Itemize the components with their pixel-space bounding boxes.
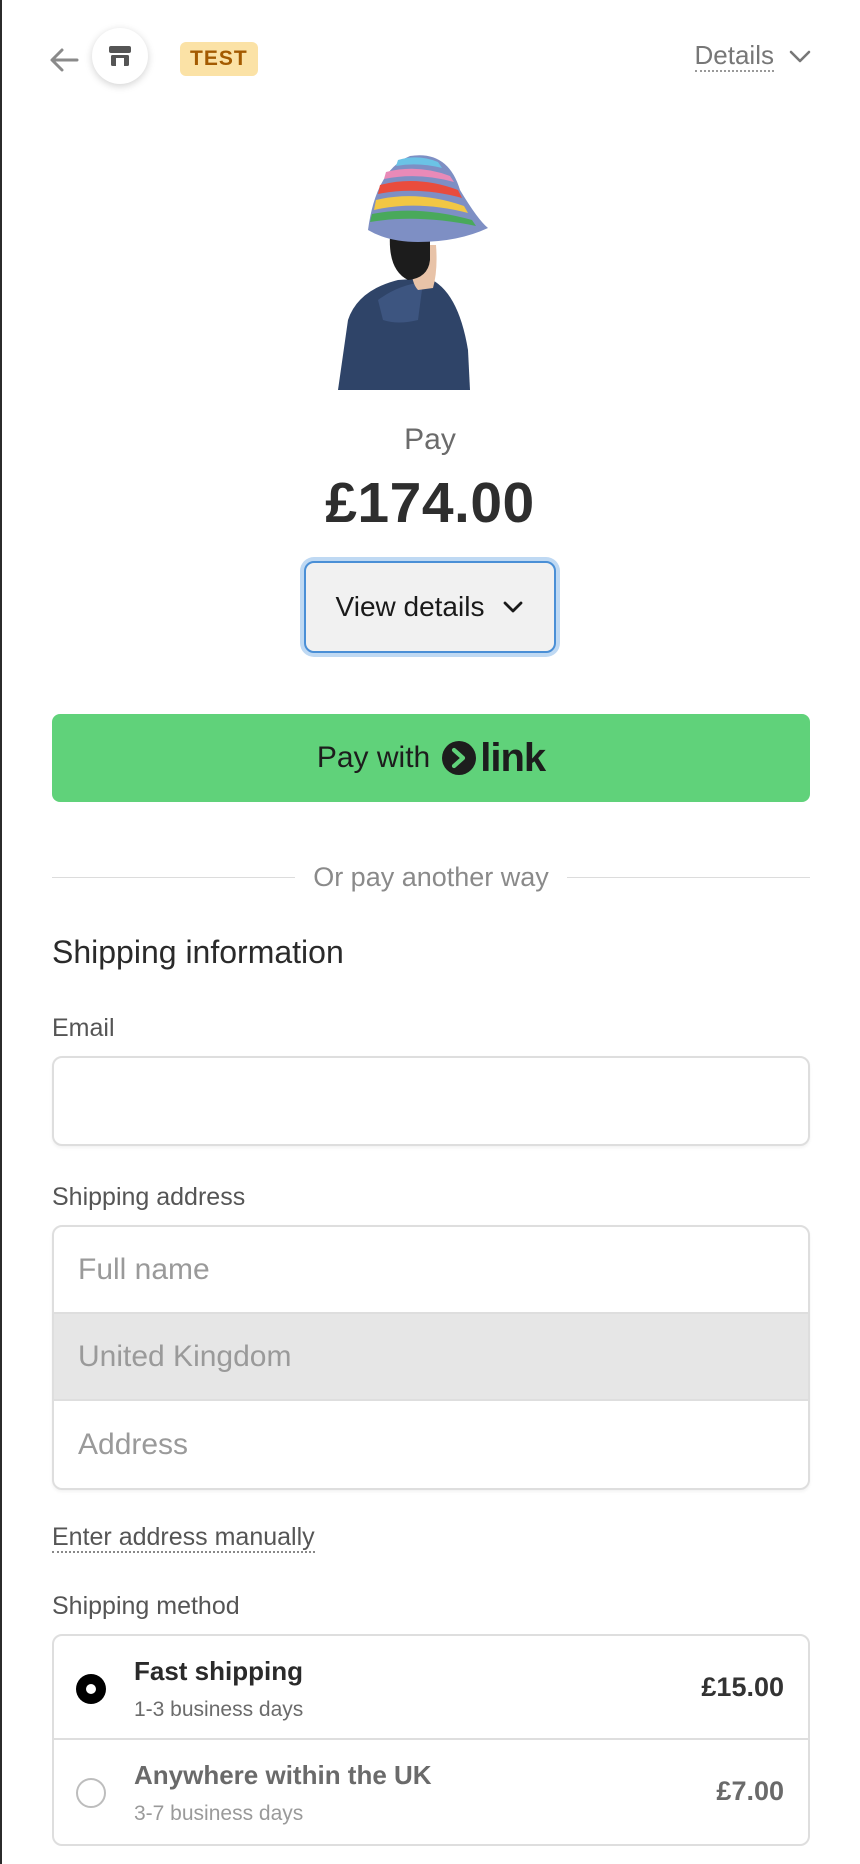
window-left-border [0,0,2,1864]
top-bar: TEST Details [0,0,860,120]
pay-label: Pay [404,423,456,456]
test-mode-badge: TEST [180,42,258,76]
pay-with-label: Pay with [316,741,431,774]
view-details-button[interactable]: View details [304,561,556,653]
email-field[interactable] [52,1056,810,1146]
shipping-option-uk[interactable]: Anywhere within the UK 3-7 business days… [54,1740,808,1844]
arrow-left-icon [50,48,79,72]
shipping-option-name: Anywhere within the UK [134,1760,432,1790]
view-details-label: View details [335,591,485,622]
details-toggle[interactable]: Details [694,40,812,72]
total-amount: £174.00 [325,471,535,535]
email-label: Email [52,1014,115,1042]
shipping-address-label: Shipping address [52,1183,246,1211]
link-logo: link [442,735,546,781]
enter-address-manually-link[interactable]: Enter address manually [52,1523,315,1553]
shipping-method-group: Fast shipping 1-3 business days £15.00 A… [52,1634,810,1846]
shipping-option-timeframe: 3-7 business days [134,1802,304,1825]
shipping-option-name: Fast shipping [134,1656,303,1686]
divider-line [566,876,810,878]
full-name-field[interactable]: Full name [54,1227,808,1314]
link-brand-text: link [480,735,546,780]
link-chevron-icon [442,741,477,775]
or-divider: Or pay another way [52,862,810,892]
pay-with-link-button[interactable]: Pay with link [52,714,810,802]
shipping-option-timeframe: 1-3 business days [134,1698,304,1721]
back-button[interactable] [48,44,80,76]
chevron-down-icon [504,601,523,613]
address-field[interactable]: Address [54,1401,808,1488]
shipping-section-title: Shipping information [52,934,344,970]
product-image [338,155,488,390]
shipping-option-price: £15.00 [701,1672,784,1702]
store-icon [109,46,131,66]
shipping-option-price: £7.00 [716,1776,784,1806]
shipping-method-label: Shipping method [52,1592,240,1620]
details-toggle-label[interactable]: Details [694,40,774,72]
divider-text: Or pay another way [313,861,549,892]
radio-selected[interactable] [76,1674,106,1704]
country-select[interactable]: United Kingdom [54,1314,808,1401]
radio-unselected[interactable] [76,1778,106,1808]
divider-line [52,876,296,878]
chevron-down-icon [789,50,811,63]
shipping-option-fast[interactable]: Fast shipping 1-3 business days £15.00 [54,1636,808,1740]
shipping-address-group: Full name United Kingdom Address [52,1225,810,1490]
merchant-store-button[interactable] [92,28,148,84]
